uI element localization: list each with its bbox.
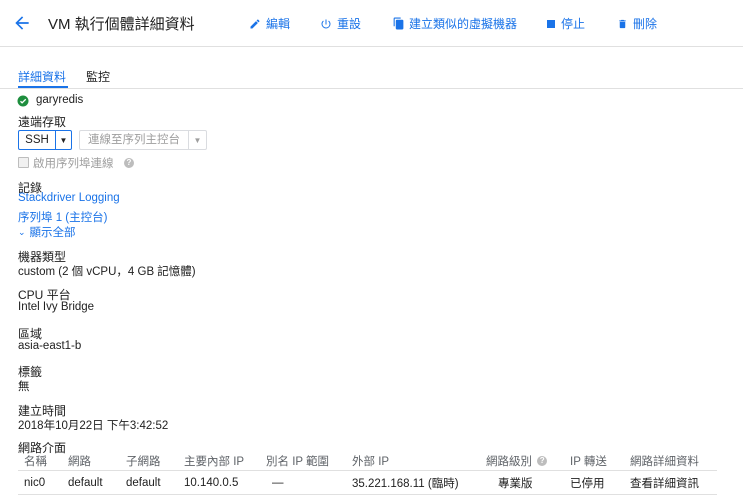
stop-button[interactable]: 停止	[546, 15, 585, 32]
cell-alias-ip: —	[266, 470, 352, 495]
status-check-icon	[17, 95, 29, 107]
cell-network-tier: 專業版	[486, 470, 570, 495]
ssh-button[interactable]: SSH ▼	[18, 130, 72, 150]
col-ip-forwarding: IP 轉送	[570, 451, 630, 471]
delete-button[interactable]: 刪除	[617, 15, 657, 32]
edit-label: 編輯	[266, 17, 291, 31]
ssh-dropdown-icon[interactable]: ▼	[56, 131, 71, 149]
stop-label: 停止	[561, 17, 586, 31]
tags-value: 無	[18, 381, 30, 393]
network-tier-label: 網路級別	[486, 455, 532, 468]
tier-help-icon[interactable]: ?	[537, 456, 548, 467]
serial-port-link[interactable]: 序列埠 1 (主控台)	[18, 209, 107, 225]
col-internal-ip: 主要內部 IP	[184, 451, 266, 471]
page-header: VM 執行個體詳細資料 編輯 重設 建立類似的虛擬機器 停止 刪除	[0, 0, 743, 47]
pencil-icon	[250, 18, 260, 28]
serial-dropdown-icon: ▼	[193, 135, 202, 145]
stop-icon	[547, 19, 555, 28]
enable-serial-label: 啟用序列埠連線	[33, 158, 114, 170]
cell-name: nic0	[18, 470, 68, 495]
edit-button[interactable]: 編輯	[249, 15, 290, 32]
reset-label: 重設	[337, 17, 362, 31]
instance-name: garyredis	[36, 94, 84, 106]
serial-console-button: 連線至序列主控台 ▼	[79, 130, 207, 150]
create-similar-button[interactable]: 建立類似的虛擬機器	[393, 15, 517, 32]
cell-network[interactable]: default	[68, 470, 126, 495]
cell-subnet[interactable]: default	[126, 470, 184, 495]
reset-button[interactable]: 重設	[320, 15, 361, 32]
trash-icon	[619, 19, 626, 28]
create-similar-label: 建立類似的虛擬機器	[409, 17, 518, 31]
back-arrow-icon[interactable]	[12, 13, 32, 33]
enable-serial-checkbox[interactable]	[18, 157, 29, 168]
col-alias-ip: 別名 IP 範圍	[266, 451, 352, 471]
col-network-details: 網路詳細資料	[630, 451, 717, 471]
remote-access-label: 遠端存取	[18, 115, 67, 129]
col-network-tier: 網路級別 ?	[486, 451, 570, 471]
page-title: VM 執行個體詳細資料	[48, 16, 195, 33]
tab-details[interactable]: 詳細資料	[18, 68, 66, 85]
delete-label: 刪除	[633, 17, 658, 31]
cell-external-ip: 35.221.168.11 (臨時)	[352, 470, 486, 495]
cpu-platform-value: Intel Ivy Bridge	[18, 301, 95, 313]
show-all-label: 顯示全部	[29, 227, 76, 239]
col-name: 名稱	[18, 451, 68, 471]
col-network: 網路	[68, 451, 126, 471]
show-all-link[interactable]: ⌄ 顯示全部	[18, 224, 76, 240]
created-value: 2018年10月22日 下午3:42:52	[18, 420, 169, 432]
ssh-label: SSH	[19, 131, 56, 149]
expand-chevron-icon: ⌄	[18, 226, 26, 237]
active-tab-indicator	[18, 86, 68, 88]
cell-internal-ip: 10.140.0.5	[184, 470, 266, 495]
table-row: nic0 default default 10.140.0.5 — 35.221…	[18, 470, 717, 495]
cell-ip-forwarding: 已停用	[570, 470, 630, 495]
power-icon	[321, 19, 331, 28]
machine-type-value: custom (2 個 vCPU，4 GB 記憶體)	[18, 266, 196, 278]
stackdriver-link[interactable]: Stackdriver Logging	[18, 192, 120, 204]
help-icon[interactable]: ?	[124, 158, 134, 168]
col-external-ip: 外部 IP	[352, 451, 486, 471]
serial-console-label: 連線至序列主控台	[80, 131, 189, 149]
tab-bar: 詳細資料 監控	[0, 60, 743, 89]
network-table: 名稱 網路 子網路 主要內部 IP 別名 IP 範圍 外部 IP 網路級別 ? …	[18, 451, 717, 495]
network-table-header: 名稱 網路 子網路 主要內部 IP 別名 IP 範圍 外部 IP 網路級別 ? …	[18, 451, 717, 471]
view-details-link[interactable]: 查看詳細資訊	[630, 470, 717, 495]
col-subnet: 子網路	[126, 451, 184, 471]
tab-monitoring[interactable]: 監控	[86, 68, 110, 85]
zone-value: asia-east1-b	[18, 340, 82, 352]
copy-icon	[393, 17, 404, 30]
